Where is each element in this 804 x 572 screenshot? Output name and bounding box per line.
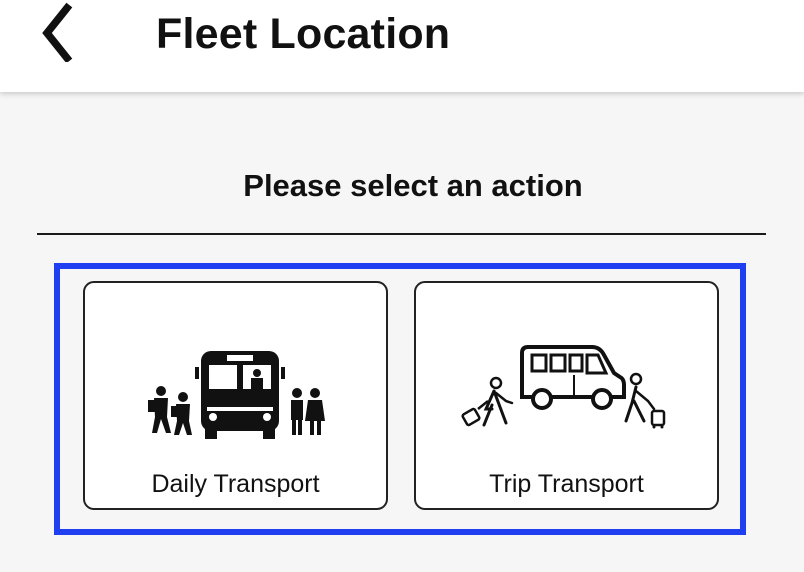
daily-transport-card[interactable]: Daily Transport — [83, 281, 388, 510]
trip-transport-label: Trip Transport — [489, 470, 644, 498]
action-prompt: Please select an action — [243, 168, 583, 203]
chevron-left-icon — [42, 2, 73, 62]
divider — [37, 233, 766, 235]
daily-transport-label: Daily Transport — [151, 470, 320, 498]
school-bus-icon — [148, 351, 325, 439]
app-bar: Fleet Location — [0, 0, 804, 92]
page-title: Fleet Location — [156, 10, 451, 58]
trip-transport-image — [454, 339, 682, 450]
daily-transport-image — [141, 345, 335, 445]
travel-van-icon — [461, 345, 666, 436]
trip-transport-card[interactable]: Trip Transport — [414, 281, 719, 510]
back-button[interactable] — [28, 2, 84, 62]
